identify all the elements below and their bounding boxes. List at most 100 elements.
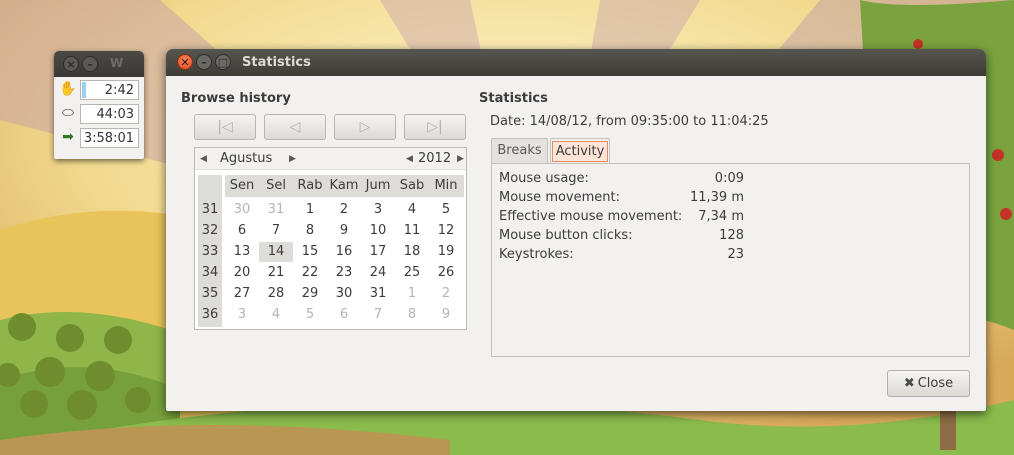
tab-breaks[interactable]: Breaks [491, 138, 548, 163]
next-month-icon[interactable]: ▶ [289, 154, 296, 164]
calendar-day[interactable]: 19 [429, 242, 463, 262]
mini-titlebar: × – W [54, 51, 144, 77]
calendar-day[interactable]: 20 [225, 263, 259, 283]
hand-icon: ✋ [59, 81, 77, 97]
window-maximize-icon[interactable]: □ [215, 54, 231, 70]
calendar-day[interactable]: 18 [395, 242, 429, 262]
stat-row: Effective mouse movement: 7,34 m [499, 209, 744, 228]
calendar-day[interactable]: 6 [225, 221, 259, 241]
statistics-window: ✕ – □ Statistics Browse history |◁ ◁ ▷ ▷… [166, 49, 986, 411]
calendar-day[interactable]: 12 [429, 221, 463, 241]
calendar-year: 2012 [418, 151, 452, 166]
timer-value: 44:03 [96, 107, 134, 122]
next-year-icon[interactable]: ▶ [457, 154, 464, 164]
calendar-day[interactable]: 9 [327, 221, 361, 241]
mini-minimize-icon[interactable]: – [82, 56, 98, 72]
day-of-week-header: Jum [365, 178, 391, 193]
activity-panel: Mouse usage: 0:09 Mouse movement: 11,39 m Ef… [491, 163, 970, 357]
timer-value: 3:58:01 [83, 131, 134, 146]
calendar-day[interactable]: 17 [361, 242, 395, 262]
day-of-week-header: Sel [266, 178, 286, 193]
calendar-day[interactable]: 4 [395, 200, 429, 220]
calendar-day[interactable]: 8 [293, 221, 327, 241]
week-number: 36 [201, 307, 219, 322]
week-number: 34 [201, 265, 219, 280]
calendar-day[interactable]: 1 [293, 200, 327, 220]
pause-icon: ⬭ [62, 105, 74, 121]
previous-day-button[interactable]: ◁ [264, 114, 326, 140]
calendar-day[interactable]: 6 [327, 305, 361, 325]
last-day-button[interactable]: ▷| [404, 114, 466, 140]
calendar-day[interactable]: 22 [293, 263, 327, 283]
calendar-day[interactable]: 3 [225, 305, 259, 325]
week-number-column: 31 32 33 34 35 36 [198, 175, 222, 327]
calendar-day[interactable]: 16 [327, 242, 361, 262]
calendar-day[interactable]: 30 [327, 284, 361, 304]
progress-bar [82, 82, 86, 98]
exit-icon: ➡ [62, 129, 74, 145]
calendar-day[interactable]: 11 [395, 221, 429, 241]
calendar-day[interactable]: 4 [259, 305, 293, 325]
calendar-day[interactable]: 1 [395, 284, 429, 304]
calendar-day[interactable]: 27 [225, 284, 259, 304]
week-number: 31 [201, 202, 219, 217]
calendar-day[interactable]: 26 [429, 263, 463, 283]
stat-row: Mouse movement: 11,39 m [499, 190, 744, 209]
day-of-week-header: Sab [399, 178, 425, 193]
calendar-day[interactable]: 7 [259, 221, 293, 241]
week-number: 35 [201, 286, 219, 301]
calendar: ◀ Agustus ▶ ◀ 2012 ▶ 31 32 33 34 35 36 Sen Sel… [194, 147, 467, 330]
calendar-day[interactable]: 21 [259, 263, 293, 283]
calendar-day[interactable]: 25 [395, 263, 429, 283]
window-close-icon[interactable]: ✕ [177, 54, 193, 70]
calendar-day[interactable]: 15 [293, 242, 327, 262]
calendar-day[interactable]: 31 [259, 200, 293, 220]
day-of-week-header: Rab [297, 178, 323, 193]
browse-history-title: Browse history [181, 91, 291, 106]
calendar-day[interactable]: 2 [327, 200, 361, 220]
tab-activity[interactable]: Activity [550, 138, 610, 163]
day-of-week-header: Sen [229, 178, 255, 193]
close-icon: ✖ [903, 376, 915, 391]
calendar-month: Agustus [220, 151, 273, 166]
calendar-day[interactable]: 31 [361, 284, 395, 304]
calendar-day[interactable]: 28 [259, 284, 293, 304]
calendar-day[interactable]: 10 [361, 221, 395, 241]
micro-break-timer[interactable]: ✋ 2:42 [54, 78, 144, 101]
calendar-day[interactable]: 9 [429, 305, 463, 325]
stat-label: Mouse movement: [499, 190, 620, 205]
prev-year-icon[interactable]: ◀ [406, 154, 413, 164]
calendar-day[interactable]: 8 [395, 305, 429, 325]
timer-value: 2:42 [104, 83, 134, 98]
close-button[interactable]: ✖ Close [887, 370, 970, 397]
stat-value: 0:09 [714, 171, 744, 186]
calendar-day[interactable]: 2 [429, 284, 463, 304]
first-day-button[interactable]: |◁ [194, 114, 256, 140]
window-title: Statistics [242, 55, 311, 70]
calendar-day[interactable]: 30 [225, 200, 259, 220]
timer-box: 44:03 [80, 104, 139, 124]
close-button-label: Close [917, 376, 954, 391]
stat-label: Mouse usage: [499, 171, 589, 186]
prev-month-icon[interactable]: ◀ [200, 154, 207, 164]
stat-label: Mouse button clicks: [499, 228, 633, 243]
calendar-day[interactable]: 13 [225, 242, 259, 262]
calendar-day[interactable]: 24 [361, 263, 395, 283]
calendar-day[interactable]: 23 [327, 263, 361, 283]
mini-title: W [110, 56, 124, 70]
stat-label: Effective mouse movement: [499, 209, 683, 224]
mini-close-icon[interactable]: × [63, 56, 79, 72]
calendar-day[interactable]: 29 [293, 284, 327, 304]
daily-limit-timer[interactable]: ➡ 3:58:01 [54, 126, 144, 149]
rest-break-timer[interactable]: ⬭ 44:03 [54, 102, 144, 125]
calendar-day[interactable]: 14 [259, 242, 293, 262]
day-of-week-header: Min [434, 178, 458, 193]
calendar-day[interactable]: 5 [429, 200, 463, 220]
calendar-day[interactable]: 5 [293, 305, 327, 325]
next-day-button[interactable]: ▷ [334, 114, 396, 140]
calendar-day[interactable]: 7 [361, 305, 395, 325]
window-minimize-icon[interactable]: – [196, 54, 212, 70]
calendar-day[interactable]: 3 [361, 200, 395, 220]
week-number: 33 [201, 244, 219, 259]
window-titlebar[interactable]: ✕ – □ Statistics [166, 49, 986, 76]
